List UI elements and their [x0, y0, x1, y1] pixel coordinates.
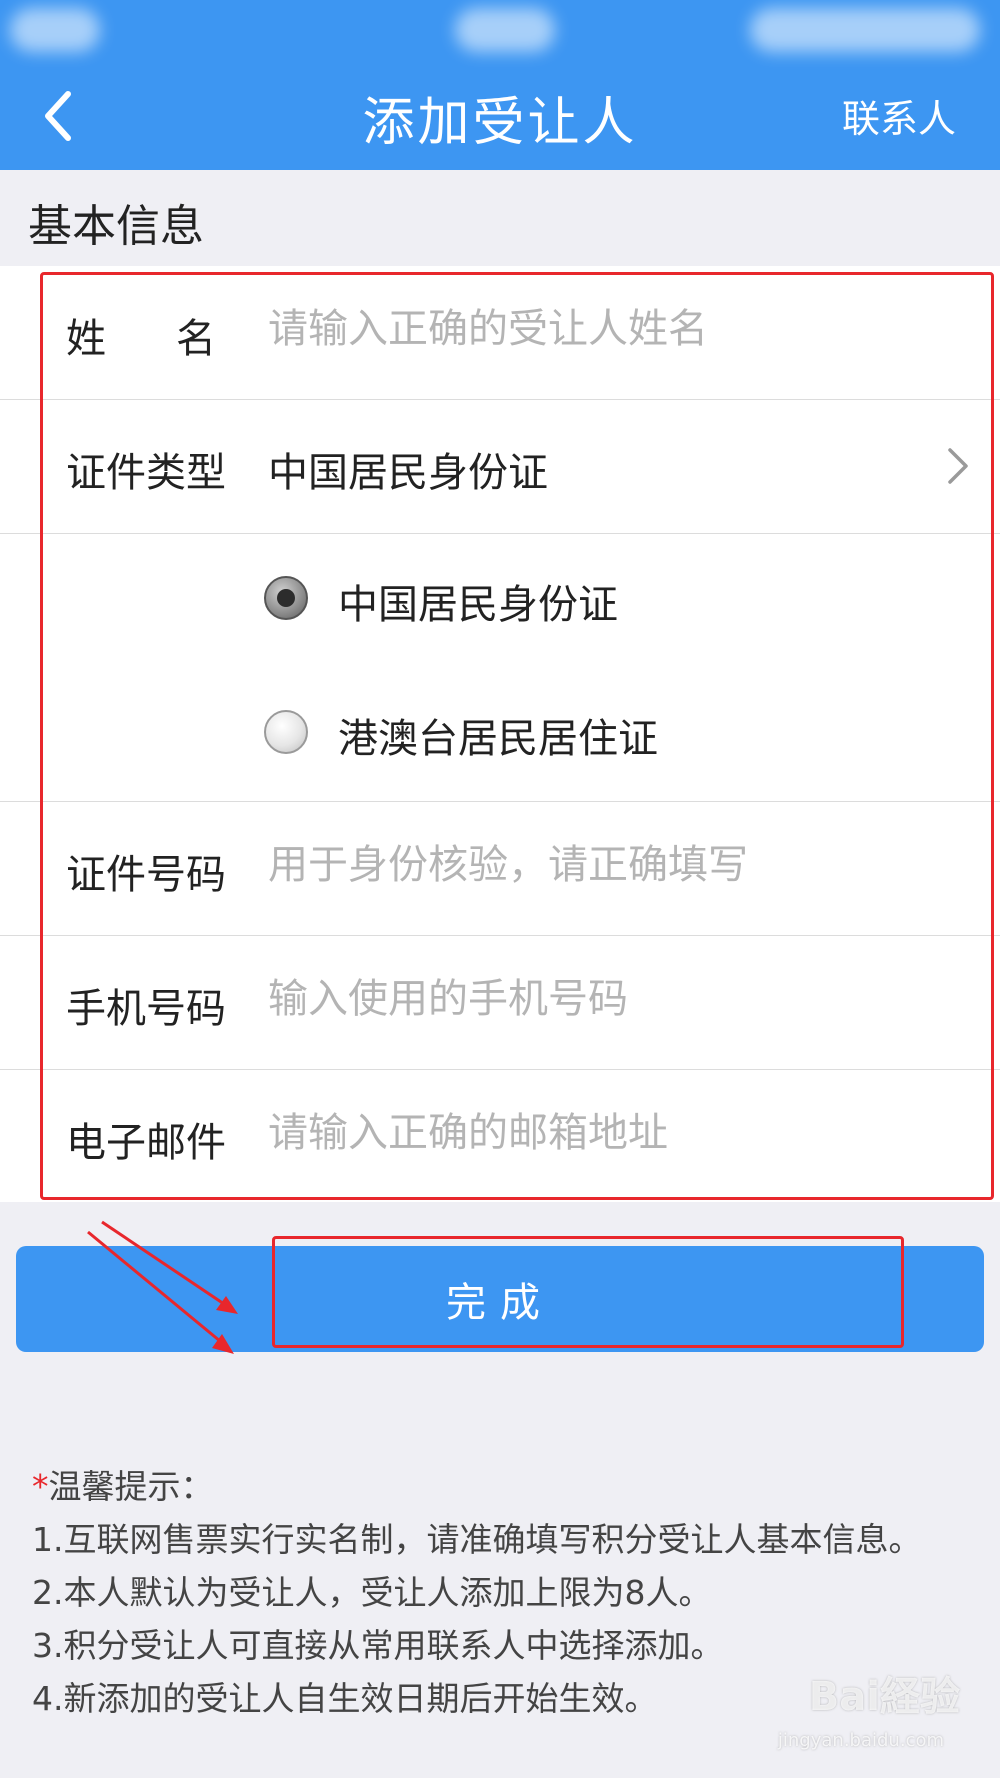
status-bar-time [455, 8, 555, 52]
annotation-box-button [272, 1236, 904, 1348]
annotation-box-form [40, 272, 994, 1200]
annotation-arrows-icon [87, 1220, 238, 1354]
tip-item: 1.互联网售票实行实名制，请准确填写积分受让人基本信息。 [32, 1520, 922, 1559]
watermark-url: jingyan.baidu.com [777, 1730, 944, 1751]
status-bar-signal [10, 8, 100, 52]
contacts-link[interactable]: 联系人 [842, 88, 956, 143]
nav-bar: 添加受让人 联系人 [0, 0, 1000, 170]
status-bar-battery [750, 8, 980, 52]
tips-title: *温馨提示： [32, 1467, 214, 1506]
section-title: 基本信息 [28, 201, 204, 252]
tip-item: 2.本人默认为受让人，受让人添加上限为8人。 [32, 1573, 712, 1612]
watermark-logo: Bai経验 [808, 1674, 960, 1720]
